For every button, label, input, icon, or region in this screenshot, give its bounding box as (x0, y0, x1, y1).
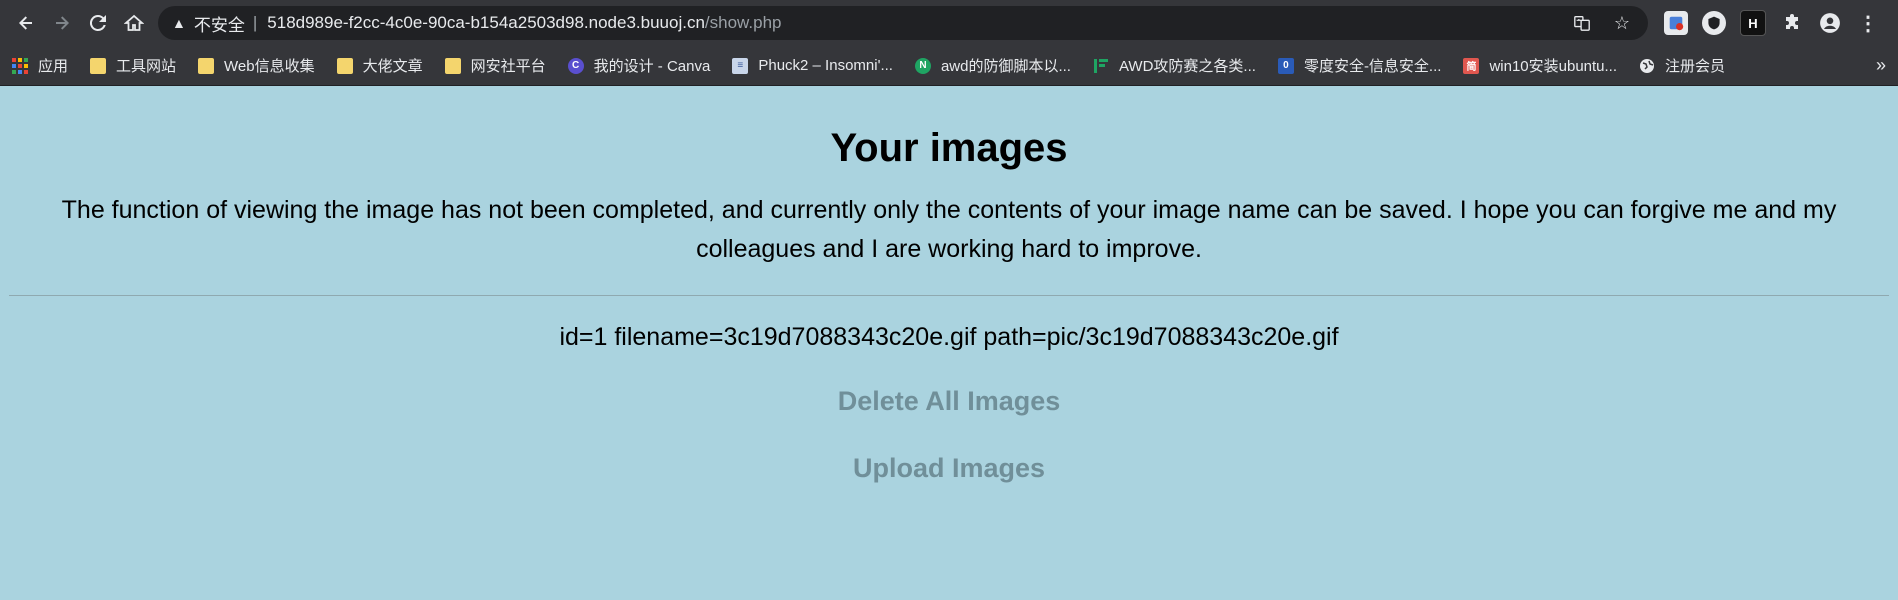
bookmark-label: 应用 (38, 58, 69, 75)
folder-icon (444, 57, 461, 74)
divider (9, 295, 1889, 296)
bookmark-zero-security[interactable]: 0 零度安全-信息安全... (1277, 55, 1442, 76)
n-icon: N (914, 57, 931, 74)
bookmarks-bar: 应用 工具网站 Web信息收集 大佬文章 网安社平台 C 我的设计 - Canv… (0, 46, 1898, 86)
bookmark-awd-attack[interactable]: AWD攻防赛之各类... (1093, 55, 1256, 76)
folder-icon (336, 57, 353, 74)
extension-blocked-icon[interactable] (1664, 11, 1688, 35)
bookmark-label: AWD攻防赛之各类... (1118, 58, 1256, 75)
warning-icon: ▲ (172, 15, 186, 31)
page-icon: ≡ (732, 57, 749, 74)
bookmark-label: 大佬文章 (362, 58, 423, 75)
browser-toolbar: ▲ 不安全 | 518d989e-f2cc-4c0e-90ca-b154a250… (0, 0, 1898, 46)
extension-shield-icon[interactable] (1702, 11, 1726, 35)
page-title: Your images (830, 126, 1068, 170)
bookmark-register[interactable]: 注册会员 (1639, 55, 1725, 76)
bookmark-win10-ubuntu[interactable]: 简 win10安装ubuntu... (1463, 55, 1617, 76)
bookmarks-overflow-icon[interactable]: » (1876, 55, 1886, 76)
profile-avatar-icon[interactable] (1818, 11, 1842, 35)
zero-icon: 0 (1277, 57, 1294, 74)
delete-all-images-link[interactable]: Delete All Images (0, 386, 1898, 417)
bookmark-canva[interactable]: C 我的设计 - Canva (567, 55, 711, 76)
bookmark-label: awd的防御脚本以... (940, 58, 1071, 75)
globe-icon (1639, 58, 1655, 74)
bookmark-label: 工具网站 (116, 58, 177, 75)
security-label: 不安全 (193, 15, 245, 35)
folder-icon (198, 57, 215, 74)
translate-icon[interactable] (1570, 11, 1594, 35)
puzzle-icon[interactable] (1780, 11, 1804, 35)
bookmark-label: win10安装ubuntu... (1489, 58, 1618, 75)
extension-h-icon[interactable]: H (1740, 10, 1766, 36)
bookmark-label: Web信息收集 (224, 58, 315, 75)
bookmark-label: Phuck2 – Insomni'... (758, 57, 893, 74)
bookmark-awd-defense[interactable]: N awd的防御脚本以... (914, 55, 1071, 76)
upload-images-link[interactable]: Upload Images (0, 453, 1898, 484)
bookmark-label: 我的设计 - Canva (593, 58, 711, 75)
bookmark-label: 零度安全-信息安全... (1303, 58, 1442, 75)
bookmark-apps[interactable]: 应用 (12, 55, 68, 76)
url-host: 518d989e-f2cc-4c0e-90ca-b154a2503d98.nod… (267, 13, 705, 32)
bookmark-folder-web-info[interactable]: Web信息收集 (198, 55, 315, 76)
apps-grid-icon (12, 57, 28, 74)
bookmark-folder-articles[interactable]: 大佬文章 (336, 55, 423, 76)
folder-icon (90, 57, 107, 74)
page-description: The function of viewing the image has no… (61, 196, 1837, 263)
url-path: /show.php (704, 13, 782, 32)
back-icon[interactable] (8, 5, 44, 41)
bookmark-folder-tools[interactable]: 工具网站 (90, 55, 176, 76)
reload-icon[interactable] (80, 5, 116, 41)
canva-icon: C (567, 57, 584, 74)
bookmark-folder-platform[interactable]: 网安社平台 (444, 55, 546, 76)
forward-icon[interactable] (44, 5, 80, 41)
image-record: id=1 filename=3c19d7088343c20e.gif path=… (559, 323, 1339, 351)
bookmark-phuck2[interactable]: ≡ Phuck2 – Insomni'... (732, 57, 893, 74)
bookmark-label: 网安社平台 (470, 58, 546, 75)
bookmark-label: 注册会员 (1665, 58, 1726, 75)
address-bar[interactable]: ▲ 不安全 | 518d989e-f2cc-4c0e-90ca-b154a250… (158, 6, 1648, 40)
star-icon[interactable]: ☆ (1610, 11, 1634, 35)
bars-icon (1093, 58, 1109, 74)
jian-icon: 简 (1463, 57, 1480, 74)
home-icon[interactable] (116, 5, 152, 41)
address-separator: | (252, 13, 258, 32)
extensions-area: H ⋮ (1664, 10, 1880, 36)
menu-kebab-icon[interactable]: ⋮ (1856, 11, 1880, 35)
page-content: Your images The function of viewing the … (0, 126, 1898, 484)
